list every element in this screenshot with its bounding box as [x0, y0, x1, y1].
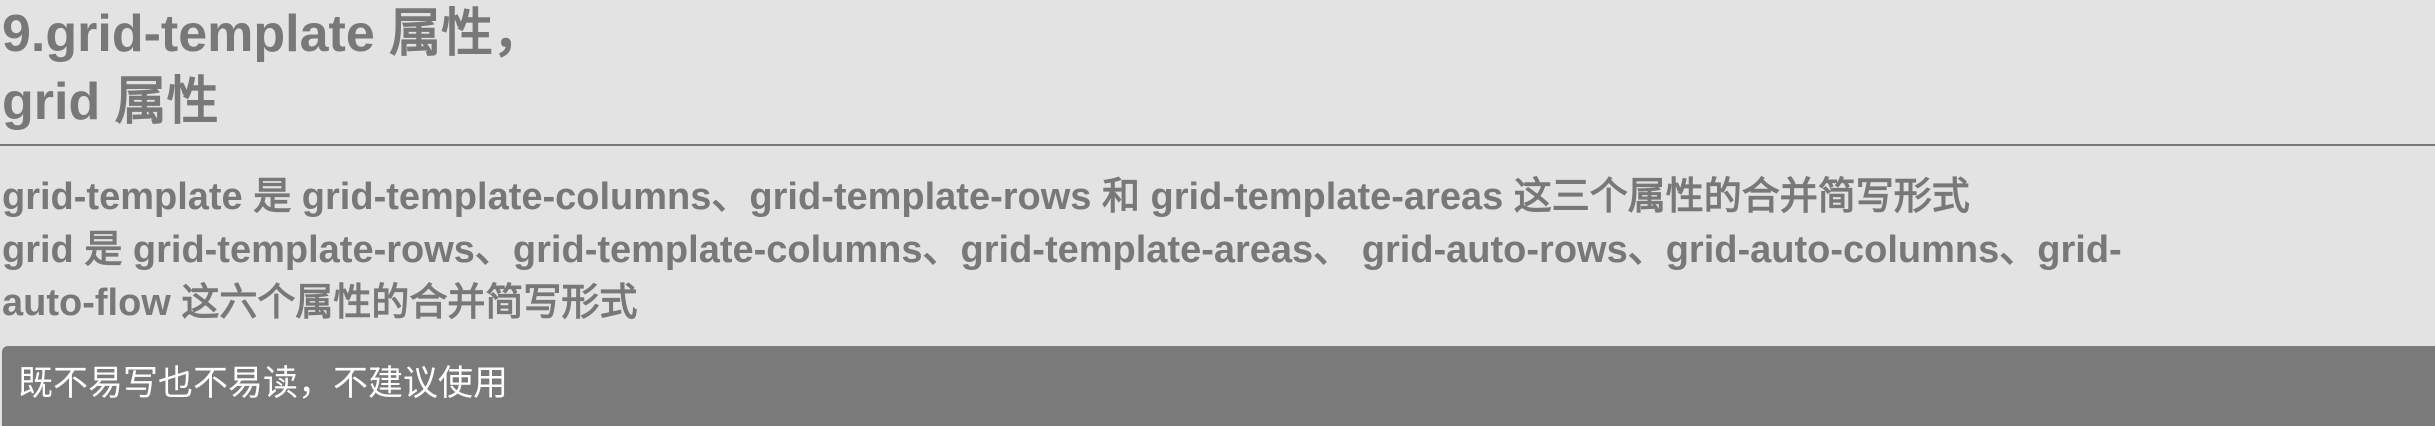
divider: [0, 144, 2435, 146]
description-line-1: grid-template 是 grid-template-columns、gr…: [2, 176, 1970, 218]
title-line-1: 9.grid-template 属性，: [2, 5, 546, 63]
title-line-2: grid 属性: [2, 73, 219, 131]
description: grid-template 是 grid-template-columns、gr…: [0, 171, 2435, 330]
description-line-2: grid 是 grid-template-rows、grid-template-…: [2, 229, 2122, 271]
note-box: 既不易写也不易读，不建议使用: [2, 346, 2435, 426]
page-title: 9.grid-template 属性， grid 属性: [0, 0, 2435, 136]
description-line-3: auto-flow 这六个属性的合并简写形式: [2, 282, 638, 324]
